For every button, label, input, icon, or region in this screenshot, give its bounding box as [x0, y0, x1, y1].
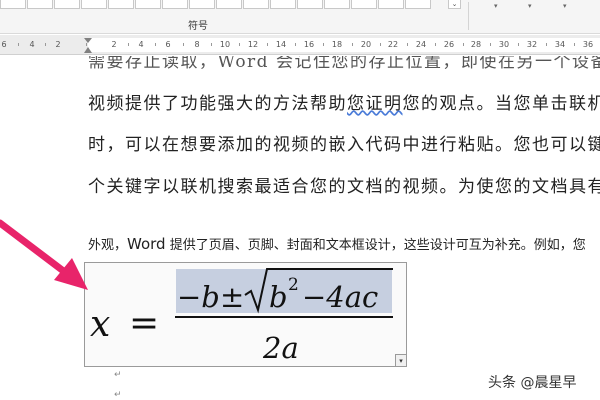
symbol-cell[interactable]: [81, 0, 107, 9]
paragraph-line: 需要存止读取，Word 会记住您的存止位置，即使在另一个设备: [88, 56, 600, 72]
equation-lhs: x: [90, 304, 110, 345]
gallery-more-button[interactable]: ⌄: [448, 0, 461, 9]
symbol-cell[interactable]: [297, 0, 323, 9]
paragraph-line: 视频提供了功能强大的方法帮助您证明您的观点。当您单击联机视: [88, 89, 600, 114]
ruler-tick-label: 30: [498, 40, 510, 49]
equation-neg-b: −b: [177, 280, 220, 314]
equation-minus-4ac: −4ac: [302, 280, 378, 314]
symbol-cell[interactable]: [0, 0, 26, 9]
ruler-tick: [546, 43, 547, 46]
ribbon: ⌄ ▾ ▾ ▾ 符号: [0, 0, 600, 34]
ruler-tick: [407, 43, 408, 46]
ruler-tick-label: 8: [194, 40, 200, 49]
text-run: 视频提供了功能强大的方法帮助: [88, 94, 347, 114]
text-run: 提供了页眉、页脚、封面和文本框设计，这些设计可互为补充。例如，您: [165, 238, 586, 253]
equation-equals: =: [129, 303, 159, 344]
fraction-bar: [175, 316, 393, 318]
ruler-tick: [490, 43, 491, 46]
symbol-cell[interactable]: [270, 0, 296, 9]
equation-b: b: [269, 280, 288, 314]
ruler-tick: [45, 43, 46, 46]
watermark: 头条 @晨星早: [488, 375, 577, 391]
ruler-tick-label: 18: [331, 40, 343, 49]
hanging-indent-marker[interactable]: [84, 47, 92, 53]
ruler-tick: [18, 43, 19, 46]
ruler-tick-label: 6: [165, 40, 171, 49]
horizontal-ruler[interactable]: 6 4 2 2 4 6 8 10 12 14 16 18 20 22 24 26 28 30 32 34 36: [0, 35, 600, 55]
text-run: Word: [127, 235, 166, 253]
ruler-tick-label: 36: [582, 40, 594, 49]
equation-options-button[interactable]: ▾: [395, 354, 407, 367]
dropdown-caret-icon[interactable]: ▾: [528, 2, 532, 10]
ruler-tick-label: 12: [247, 40, 259, 49]
ruler-tick-label: 22: [387, 40, 399, 49]
symbol-cell[interactable]: [324, 0, 350, 9]
ruler-tick-label: 16: [303, 40, 315, 49]
ruler-tick-label: 26: [443, 40, 455, 49]
ruler-tick-label: 20: [360, 40, 372, 49]
ruler-tick: [128, 43, 129, 46]
ruler-tick-label: 34: [554, 40, 566, 49]
symbol-cell[interactable]: [54, 0, 80, 9]
ruler-tick-label: 4: [29, 40, 35, 49]
ruler-tick: [380, 43, 381, 46]
ruler-tick: [323, 43, 324, 46]
ruler-tick-label: 32: [526, 40, 538, 49]
ruler-tick: [239, 43, 240, 46]
symbol-cell[interactable]: [108, 0, 134, 9]
symbol-cell[interactable]: [216, 0, 242, 9]
paragraph-mark: ↵: [114, 370, 122, 380]
text-run: 您的观点。当您单击联机视: [402, 94, 600, 114]
paragraph-line: 个关键字以联机搜索最适合您的文档的视频。为使您的文档具有专: [88, 177, 600, 197]
ruler-tick: [518, 43, 519, 46]
ruler-tick: [211, 43, 212, 46]
ruler-tick-label: 4: [138, 40, 144, 49]
equation-object[interactable]: x = −b ± b 2 −4ac 2a ▾: [84, 262, 407, 367]
ruler-tick-label: 24: [415, 40, 427, 49]
ruler-tick: [155, 43, 156, 46]
quadratic-formula: x = −b ± b 2 −4ac 2a: [90, 268, 393, 365]
ruler-tick-label: 2: [55, 40, 61, 49]
paragraph-line: 时，可以在想要添加的视频的嵌入代码中进行粘贴。您也可以键入: [88, 135, 600, 155]
equation-denominator: 2a: [262, 331, 299, 365]
ribbon-group-label-symbols: 符号: [188, 21, 208, 32]
ruler-tick: [86, 43, 87, 46]
dropdown-caret-icon[interactable]: ▾: [563, 2, 567, 10]
ruler-tick-label: 6: [1, 40, 7, 49]
text-run: 外观，: [88, 238, 128, 253]
ruler-tick: [295, 43, 296, 46]
symbol-cell[interactable]: [189, 0, 215, 9]
symbol-cell[interactable]: [378, 0, 404, 9]
ruler-tick-label: 28: [470, 40, 482, 49]
grammar-flagged-text[interactable]: 您证明: [347, 94, 403, 114]
symbol-cell[interactable]: [351, 0, 377, 9]
ruler-tick-label: 2: [111, 40, 117, 49]
symbol-cell[interactable]: [162, 0, 188, 9]
ruler-tick-label: 10: [219, 40, 231, 49]
paragraph-line: 外观，Word 提供了页眉、页脚、封面和文本框设计，这些设计可互为补充。例如，您: [88, 234, 586, 253]
symbol-cell[interactable]: [243, 0, 269, 9]
symbol-cell[interactable]: [135, 0, 161, 9]
group-separator: [468, 2, 469, 30]
symbol-cell[interactable]: [27, 0, 53, 9]
document-page[interactable]: 需要存止读取，Word 会记住您的存止位置，即使在另一个设备 视频提供了功能强大…: [0, 56, 600, 400]
paragraph-mark: ↵: [114, 390, 122, 400]
dropdown-caret-icon[interactable]: ▾: [494, 2, 498, 10]
ruler-tick: [574, 43, 575, 46]
ruler-tick-label: 14: [275, 40, 287, 49]
symbol-cell[interactable]: [405, 0, 431, 9]
equation-plus-minus: ±: [220, 280, 244, 314]
ruler-tick: [352, 43, 353, 46]
equation-exponent: 2: [288, 275, 299, 295]
ruler-tick: [267, 43, 268, 46]
ruler-tick: [435, 43, 436, 46]
ruler-tick: [463, 43, 464, 46]
ruler-tick: [183, 43, 184, 46]
symbol-gallery: [0, 0, 462, 9]
